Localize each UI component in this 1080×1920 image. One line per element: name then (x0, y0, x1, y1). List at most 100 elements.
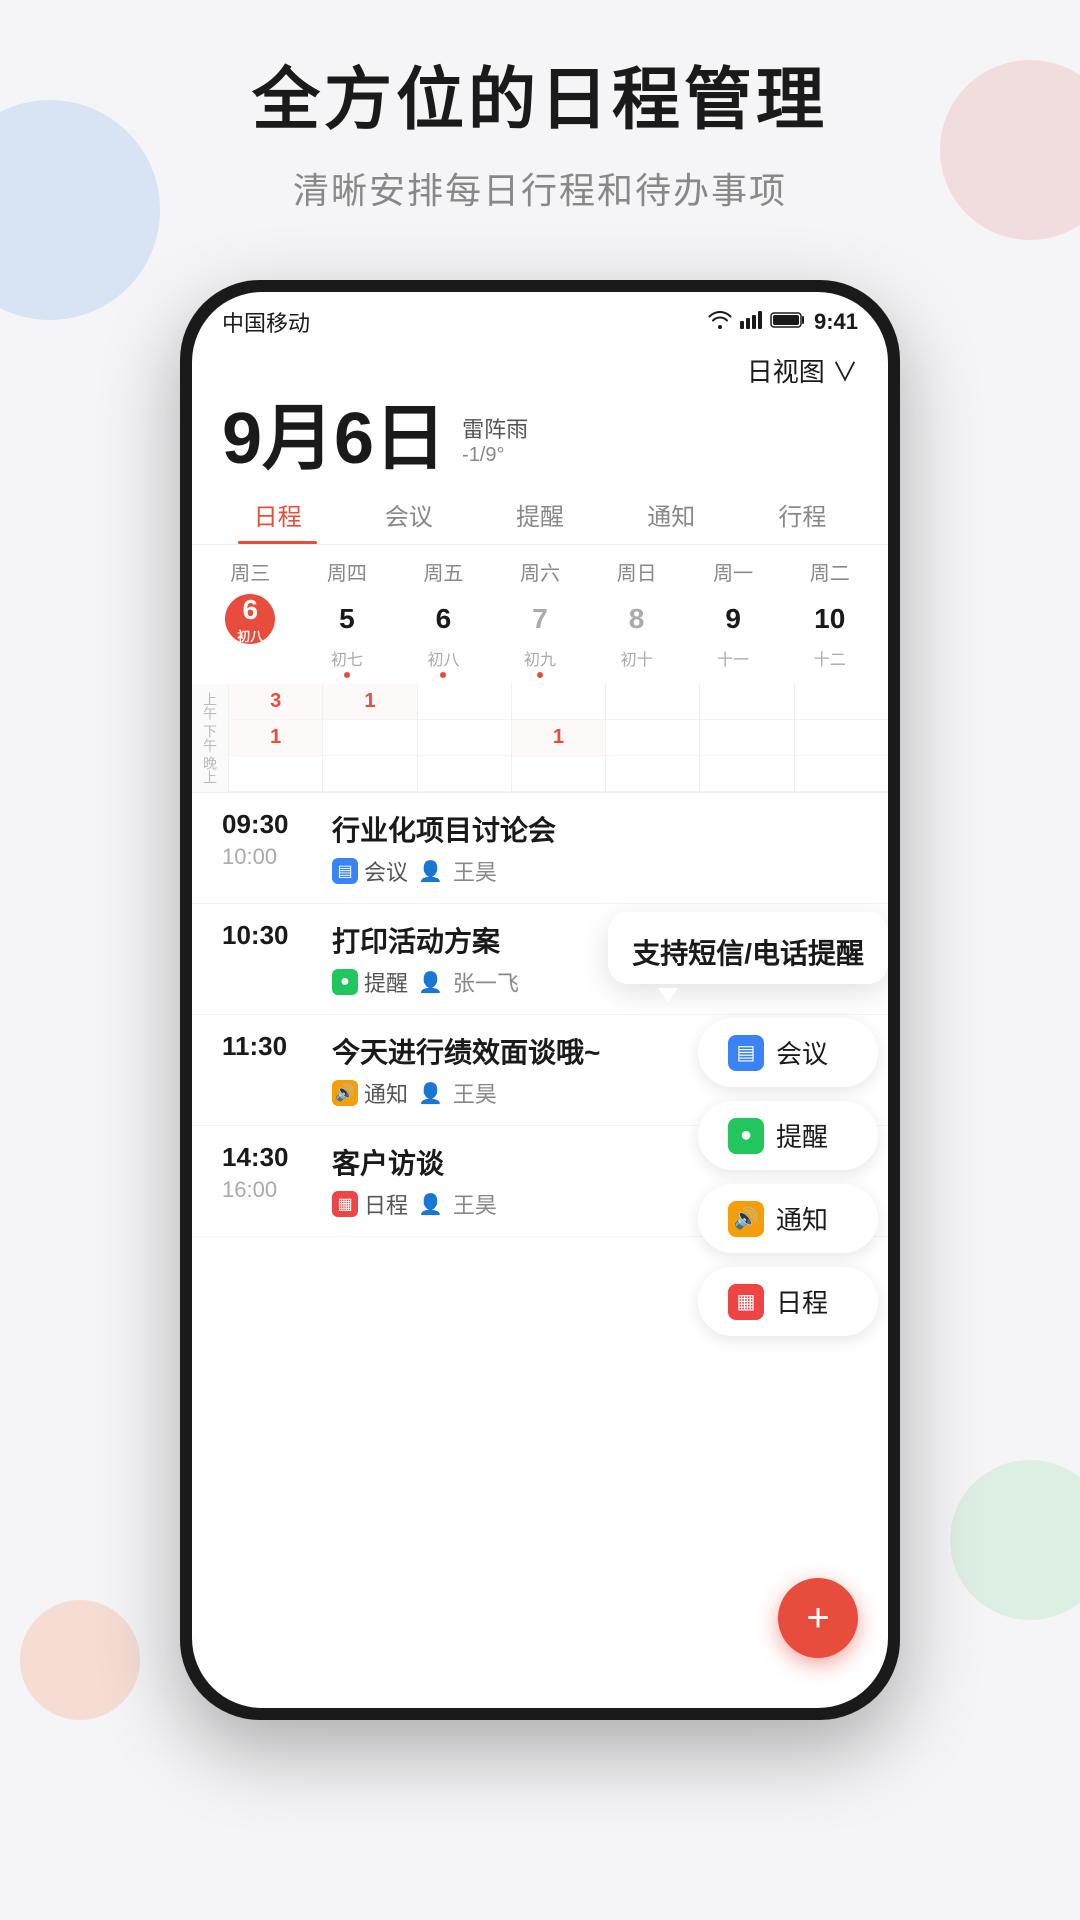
status-bar: 中国移动 (192, 292, 888, 344)
person-name-3: 王昊 (453, 1077, 497, 1109)
action-btn-reminder-label: 提醒 (776, 1117, 828, 1154)
event-sun-eve (606, 756, 699, 792)
person-name-2: 张一飞 (453, 966, 519, 998)
weather-info: 雷阵雨 -1/9° (462, 412, 528, 475)
day-col-10[interactable]: 10 十二 (781, 594, 878, 678)
date-main: 9月6日 (222, 403, 446, 475)
meta-badge-notice-3: 🔊 通知 (332, 1077, 408, 1109)
schedule-time-main-4: 14:30 (222, 1142, 312, 1173)
action-btn-schedule-icon: ▦ (728, 1284, 764, 1320)
day-events-sun (605, 684, 699, 792)
action-buttons: ▤ 会议 ● 提醒 🔊 通知 ▦ 日程 (608, 1018, 888, 1336)
event-sun-am (606, 684, 699, 720)
week-col-tue: 周二 (781, 553, 878, 590)
event-sun-pm (606, 720, 699, 756)
weather-type: 雷阵雨 (462, 412, 528, 444)
header-area: 全方位的日程管理 清晰安排每日行程和待办事项 (0, 60, 1080, 214)
popup-box: 支持短信/电话提醒 (608, 912, 888, 984)
action-btn-meeting[interactable]: ▤ 会议 (698, 1018, 878, 1087)
phone-mockup: 中国移动 (180, 280, 900, 1720)
day-col-8[interactable]: 8 初十 (588, 594, 685, 678)
tab-notice[interactable]: 通知 (606, 485, 737, 544)
main-title: 全方位的日程管理 (0, 60, 1080, 142)
time-labels: 上午 下午 晚上 (192, 684, 228, 792)
day-dot-6b (440, 672, 446, 678)
signal-icon (740, 309, 762, 335)
event-fri-eve (418, 756, 511, 792)
view-selector[interactable]: 日视图 ∨ (192, 344, 888, 397)
day-lunar-9: 十一 (717, 646, 749, 670)
meeting-label-1: 会议 (364, 855, 408, 887)
action-btn-reminder[interactable]: ● 提醒 (698, 1101, 878, 1170)
person-name-1: 王昊 (453, 855, 497, 887)
time-label-morning: 上午 (192, 690, 228, 722)
event-thu-eve (323, 756, 416, 792)
action-btn-schedule[interactable]: ▦ 日程 (698, 1267, 878, 1336)
day-number-10: 10 (805, 594, 855, 644)
day-col-7[interactable]: 7 初九 (492, 594, 589, 678)
view-selector-label: 日视图 ∨ (747, 357, 858, 387)
day-events-fri (417, 684, 511, 792)
day-number-7: 7 (515, 594, 565, 644)
day-events-sat: 1 (511, 684, 605, 792)
action-btn-schedule-label: 日程 (776, 1283, 828, 1320)
wifi-icon (708, 309, 732, 335)
fab-button[interactable]: + (778, 1578, 858, 1658)
tab-itinerary[interactable]: 行程 (737, 485, 868, 544)
meta-badge-reminder-2: ● 提醒 (332, 966, 408, 998)
day-number-5: 5 (322, 594, 372, 644)
person-name-4: 王昊 (453, 1188, 497, 1220)
event-wed-eve (229, 756, 322, 792)
status-right: 9:41 (708, 309, 858, 335)
battery-icon (770, 309, 806, 335)
event-fri-pm (418, 720, 511, 756)
day-dot-5 (344, 672, 350, 678)
schedule-time-main-1: 09:30 (222, 809, 312, 840)
day-events-thu: 1 (322, 684, 416, 792)
weather-temp: -1/9° (462, 444, 528, 467)
day-lunar-10: 十二 (814, 646, 846, 670)
week-col-fri: 周五 (395, 553, 492, 590)
schedule-badge-icon-4: ▦ (332, 1191, 358, 1217)
person-icon-4: 👤 (418, 1192, 443, 1217)
event-wed-pm: 1 (229, 720, 322, 756)
sub-title: 清晰安排每日行程和待办事项 (0, 162, 1080, 214)
action-btn-notice[interactable]: 🔊 通知 (698, 1184, 878, 1253)
time-label-evening: 晚上 (192, 754, 228, 786)
week-header: 周三 周四 周五 周六 周日 周一 周二 (192, 545, 888, 590)
days-row: 6 初八 5 初七 6 初八 (192, 590, 888, 684)
tab-schedule[interactable]: 日程 (212, 485, 343, 544)
day-col-5[interactable]: 5 初七 (299, 594, 396, 678)
event-tue-am (795, 684, 888, 720)
bg-circle-green (950, 1460, 1080, 1620)
day-col-9[interactable]: 9 十一 (685, 594, 782, 678)
schedule-time-end-1: 10:00 (222, 844, 312, 870)
reminder-label-2: 提醒 (364, 966, 408, 998)
week-col-sat: 周六 (492, 553, 589, 590)
event-tue-eve (795, 756, 888, 792)
bg-circle-coral (20, 1600, 140, 1720)
time-sections: 上午 下午 晚上 3 1 1 (192, 684, 888, 793)
day-events-mon (699, 684, 793, 792)
day-number-8: 8 (612, 594, 662, 644)
action-btn-notice-label: 通知 (776, 1200, 828, 1237)
tab-reminder[interactable]: 提醒 (474, 485, 605, 544)
tooltip-container: 支持短信/电话提醒 (608, 912, 888, 988)
phone-screen: 中国移动 (192, 292, 888, 1708)
schedule-item-1[interactable]: 09:30 10:00 行业化项目讨论会 ▤ 会议 👤 (192, 793, 888, 904)
notice-badge-icon-3: 🔊 (332, 1080, 358, 1106)
person-icon-1: 👤 (418, 859, 443, 884)
schedule-time-col-3: 11:30 (222, 1031, 312, 1062)
tab-meeting[interactable]: 会议 (343, 485, 474, 544)
event-mon-eve (700, 756, 793, 792)
time-display: 9:41 (814, 309, 858, 335)
event-sat-pm: 1 (512, 720, 605, 756)
schedule-time-col-2: 10:30 (222, 920, 312, 951)
popup-msg: 支持短信/电话提醒 (632, 932, 864, 972)
day-col-6b[interactable]: 6 初八 (395, 594, 492, 678)
week-col-wed: 周三 (202, 553, 299, 590)
day-col-6[interactable]: 6 初八 (202, 594, 299, 678)
event-mon-am (700, 684, 793, 720)
day-lunar-6: 初八 (237, 626, 263, 645)
event-thu-am: 1 (323, 684, 416, 720)
